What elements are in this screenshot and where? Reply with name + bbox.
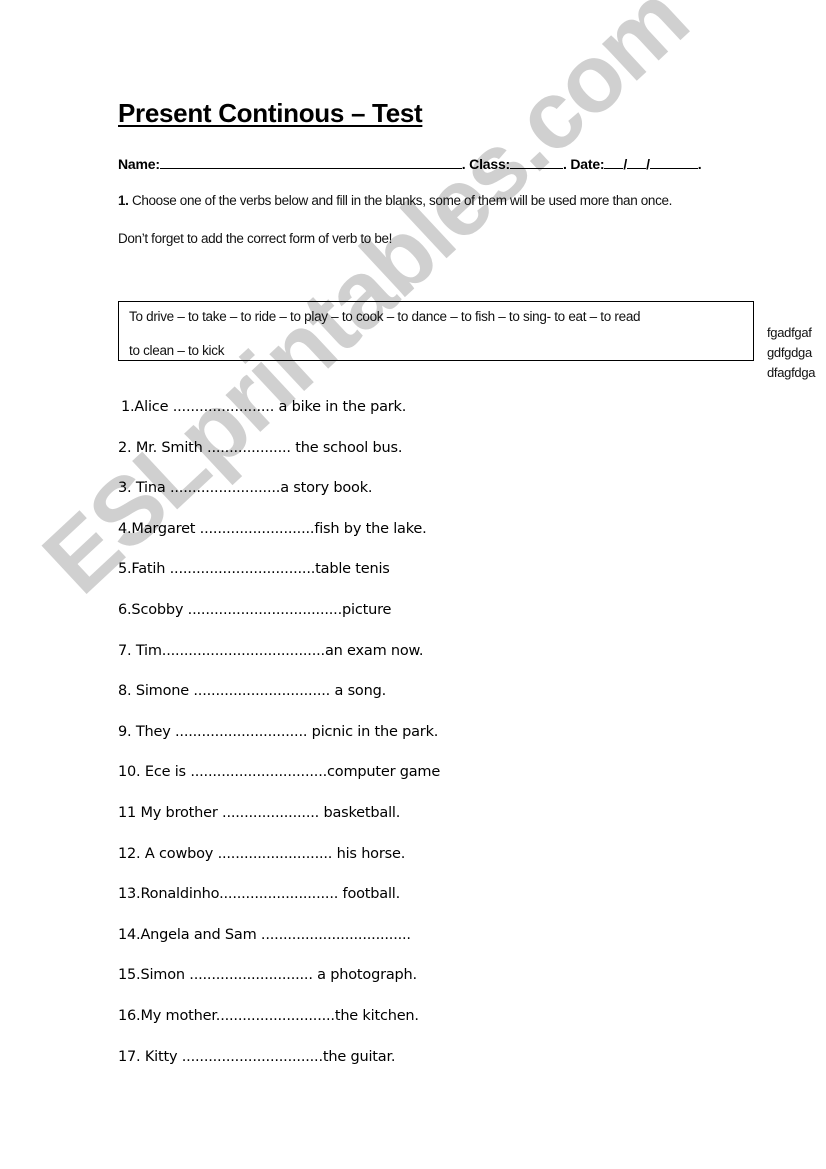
class-label: . Class:: [461, 156, 510, 172]
question-item: 2. Mr. Smith ................... the sch…: [118, 439, 403, 456]
exercise-number: 1.: [118, 193, 129, 208]
question-item: 7. Tim..................................…: [118, 642, 424, 659]
name-blank[interactable]: [159, 156, 462, 169]
info-end: .: [697, 156, 702, 172]
name-label: Name:: [118, 156, 160, 172]
question-item: 5.Fatih ................................…: [118, 561, 390, 578]
question-item: 4.Margaret ..........................fis…: [118, 520, 427, 537]
question-item: 9. They .............................. p…: [118, 723, 439, 740]
worksheet-title: Present Continous – Test: [118, 98, 423, 128]
verb-list-box: To drive – to take – to ride – to play –…: [118, 301, 754, 361]
question-item: 8. Simone ..............................…: [118, 683, 387, 700]
date-month-blank[interactable]: [627, 156, 647, 169]
instruction-text: Choose one of the verbs below and fill i…: [128, 193, 673, 208]
side-notes: fgadfgaf gdfgdga dfagfdga: [767, 323, 816, 383]
worksheet-page: ESLprintables.com Present Continous – Te…: [0, 0, 826, 1169]
question-item: 17. Kitty ..............................…: [118, 1048, 396, 1065]
side-note: fgadfgaf: [767, 325, 812, 340]
verb-list-line-2: to clean – to kick: [129, 343, 225, 358]
side-note: gdfgdga: [767, 345, 812, 360]
date-label: . Date:: [563, 156, 605, 172]
question-item: 16.My mother...........................t…: [118, 1007, 419, 1024]
question-item: 14.Angela and Sam ......................…: [118, 926, 411, 943]
class-blank[interactable]: [510, 156, 563, 169]
student-info-line: Name:. Class:. Date: / /.: [118, 156, 702, 172]
question-item: 11 My brother ...................... bas…: [118, 804, 401, 821]
date-year-blank[interactable]: [649, 156, 698, 169]
question-item: 6.Scobby ...............................…: [118, 601, 392, 618]
instruction-line-1: 1. Choose one of the verbs below and fil…: [118, 193, 672, 208]
verb-list-line-1: To drive – to take – to ride – to play –…: [129, 309, 641, 324]
question-item: 15.Simon ............................ a …: [118, 967, 417, 984]
side-note: dfagfdga: [767, 365, 816, 380]
question-item: 3. Tina .........................a story…: [118, 480, 373, 497]
date-day-blank[interactable]: [604, 156, 624, 169]
question-item: 1.Alice ....................... a bike i…: [121, 399, 407, 415]
instruction-line-2: Don’t forget to add the correct form of …: [118, 231, 393, 246]
question-item: 10. Ece is .............................…: [118, 764, 441, 781]
question-item: 12. A cowboy .......................... …: [118, 845, 406, 862]
question-item: 13.Ronaldinho...........................…: [118, 886, 401, 903]
question-list: 1.Alice ....................... a bike i…: [118, 399, 440, 1089]
